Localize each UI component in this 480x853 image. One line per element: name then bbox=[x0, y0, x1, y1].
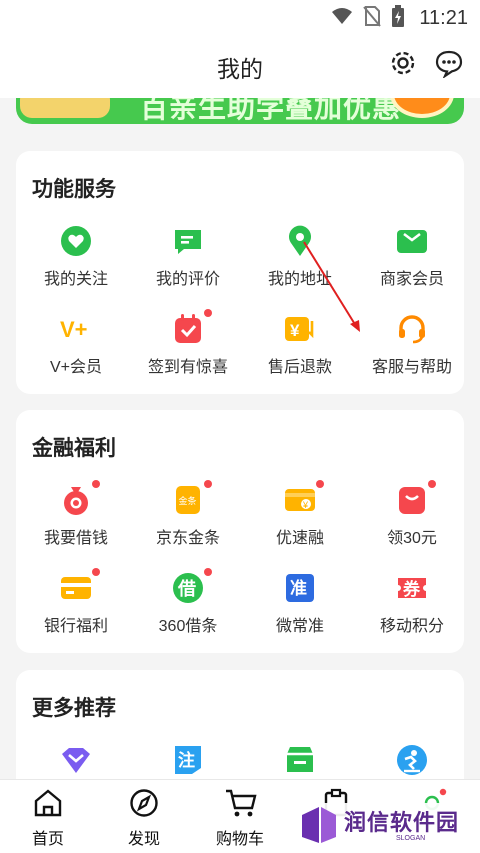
finance-item-borrow[interactable]: 我要借钱 bbox=[20, 480, 132, 564]
tab-cart[interactable]: 购物车 bbox=[192, 780, 288, 853]
borrow-icon: 借 bbox=[172, 568, 212, 604]
calendar-check-icon bbox=[172, 309, 212, 345]
service-label: 我的关注 bbox=[43, 271, 108, 288]
status-time: 11:21 bbox=[419, 7, 468, 29]
annotation-arrow bbox=[303, 241, 360, 332]
tab-label: 发现 bbox=[127, 831, 160, 848]
finance-label: 微常准 bbox=[275, 618, 324, 635]
heart-icon bbox=[60, 225, 92, 257]
finance-label: 优速融 bbox=[275, 530, 324, 547]
crown-icon bbox=[60, 744, 92, 776]
banner-fruit-basket bbox=[20, 98, 110, 118]
more-title: 更多推荐 bbox=[32, 697, 116, 720]
tab-label: 购物车 bbox=[215, 831, 264, 848]
badge-dot bbox=[428, 480, 436, 488]
finance-item-mobile-points[interactable]: 券 移动积分 bbox=[356, 572, 468, 652]
service-item-checkin[interactable]: 签到有惊喜 bbox=[132, 309, 244, 393]
comment-icon bbox=[172, 225, 204, 257]
svg-text:券: 券 bbox=[402, 579, 421, 600]
finance-label: 移动积分 bbox=[379, 618, 444, 635]
svg-text:V+: V+ bbox=[60, 317, 88, 342]
promo-banner[interactable]: 百亲生助学叠加优惠 bbox=[16, 98, 464, 124]
service-label: 签到有惊喜 bbox=[147, 359, 228, 376]
gold-bar-icon: 金条 bbox=[172, 480, 212, 516]
svg-text:准: 准 bbox=[290, 579, 307, 599]
wifi-icon bbox=[331, 6, 353, 31]
tab-home[interactable]: 首页 bbox=[0, 780, 96, 853]
finance-item-weichangzhun[interactable]: 准 微常准 bbox=[244, 572, 356, 652]
services-card: 功能服务 我的关注 我的评价 我的地址 商家会员 V+ V+会员 签到有惊喜 ¥… bbox=[16, 151, 464, 394]
finance-card: 金融福利 我要借钱 金条 京东金条 ¥ 优速融 领30元 银行福利 借 360借… bbox=[16, 410, 464, 653]
badge-dot bbox=[92, 568, 100, 576]
bank-card-icon bbox=[60, 568, 100, 604]
finance-title: 金融福利 bbox=[32, 437, 116, 460]
skating-icon bbox=[396, 744, 428, 776]
coupon-icon: 券 bbox=[396, 572, 428, 604]
insurance-icon: 准 bbox=[284, 572, 316, 604]
watermark-slogan: SLOGAN bbox=[396, 835, 426, 842]
service-label: 我的评价 bbox=[155, 271, 220, 288]
message-bubble-icon bbox=[434, 48, 464, 83]
home-icon bbox=[33, 788, 63, 818]
badge-dot bbox=[204, 480, 212, 488]
finance-label: 360借条 bbox=[158, 618, 218, 635]
service-label: 客服与帮助 bbox=[371, 359, 452, 376]
headset-icon bbox=[396, 313, 428, 345]
service-item-reviews[interactable]: 我的评价 bbox=[132, 225, 244, 305]
badge-dot bbox=[204, 568, 212, 576]
vplus-icon: V+ bbox=[60, 313, 92, 345]
tab-discover[interactable]: 发现 bbox=[96, 780, 192, 853]
service-item-follow[interactable]: 我的关注 bbox=[20, 225, 132, 305]
service-label: V+会员 bbox=[49, 359, 103, 376]
badge-dot bbox=[92, 480, 100, 488]
member-card-icon bbox=[396, 225, 428, 257]
services-title: 功能服务 bbox=[32, 178, 116, 201]
top-nav: 我的 bbox=[0, 34, 480, 98]
watermark-logo-icon bbox=[300, 805, 338, 845]
settings-button[interactable] bbox=[386, 48, 420, 82]
finance-item-jd-gold[interactable]: 金条 京东金条 bbox=[132, 480, 244, 564]
finance-item-360[interactable]: 借 360借条 bbox=[132, 568, 244, 652]
svg-text:借: 借 bbox=[177, 578, 196, 600]
gear-icon bbox=[388, 48, 418, 83]
red-packet-icon bbox=[396, 480, 436, 516]
money-bag-icon bbox=[60, 480, 100, 516]
watermark: 润信软件园 SLOGAN bbox=[300, 803, 470, 847]
service-item-vplus[interactable]: V+ V+会员 bbox=[20, 313, 132, 393]
badge-dot bbox=[316, 480, 324, 488]
finance-label: 我要借钱 bbox=[43, 530, 108, 547]
compass-icon bbox=[129, 788, 159, 818]
finance-item-yousurong[interactable]: ¥ 优速融 bbox=[244, 480, 356, 564]
watermark-text: 润信软件园 bbox=[344, 810, 460, 835]
note-icon: 注 bbox=[172, 744, 204, 776]
banner-text: 百亲生助学叠加优惠 bbox=[140, 98, 402, 123]
svg-text:金条: 金条 bbox=[179, 495, 197, 507]
status-bar: 11:21 bbox=[0, 0, 480, 34]
finance-item-get30[interactable]: 领30元 bbox=[356, 480, 468, 564]
service-label: 售后退款 bbox=[267, 359, 332, 376]
battery-charging-icon bbox=[391, 5, 405, 32]
messages-button[interactable] bbox=[432, 48, 466, 82]
wallet-icon: ¥ bbox=[284, 480, 324, 516]
finance-label: 领30元 bbox=[387, 530, 437, 547]
store-icon bbox=[284, 744, 316, 776]
badge-dot bbox=[204, 309, 212, 317]
finance-label: 银行福利 bbox=[43, 618, 108, 635]
cart-icon bbox=[225, 788, 257, 818]
svg-text:注: 注 bbox=[178, 750, 195, 771]
svg-text:¥: ¥ bbox=[302, 500, 309, 510]
no-sim-icon bbox=[363, 5, 382, 32]
finance-label: 京东金条 bbox=[155, 530, 220, 547]
finance-item-bank[interactable]: 银行福利 bbox=[20, 568, 132, 652]
tab-label: 首页 bbox=[31, 831, 64, 848]
